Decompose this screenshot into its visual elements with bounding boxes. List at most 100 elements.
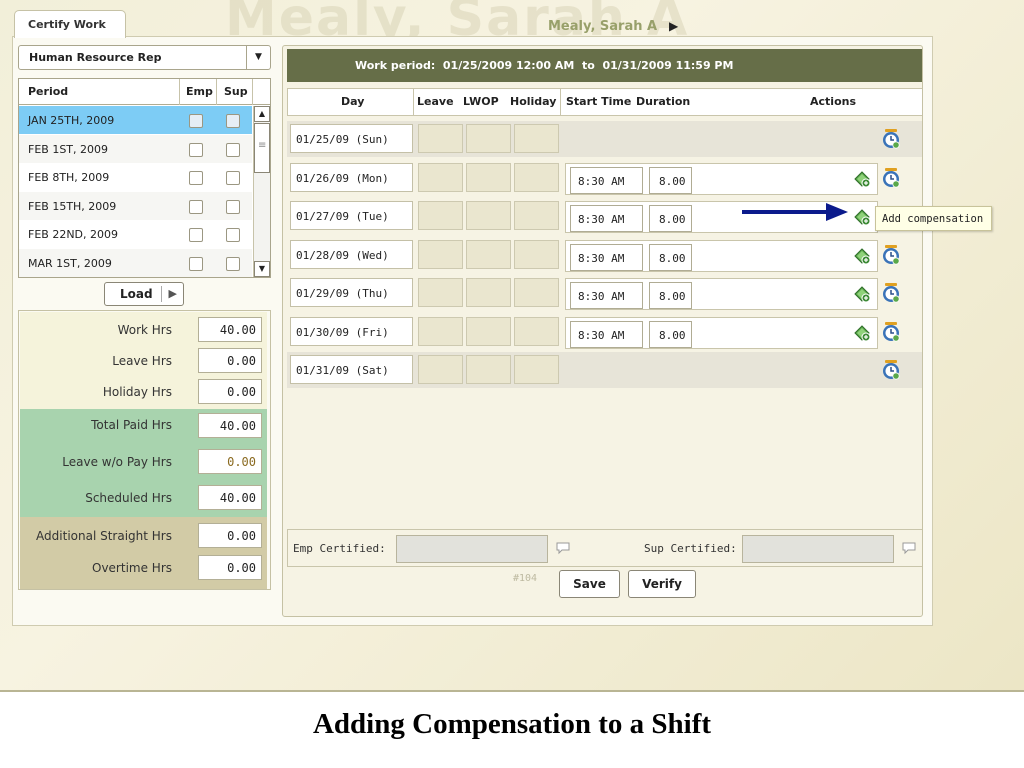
col-leave: Leave (417, 95, 454, 108)
day-row: 01/26/09 (Mon) 8:30 AM 8.00 (287, 160, 922, 196)
sup-comment-icon[interactable] (902, 541, 916, 555)
sup-checkbox[interactable] (226, 142, 240, 157)
add-compensation-icon[interactable] (853, 324, 871, 342)
day-cell: 01/29/09 (Thu) (290, 278, 413, 307)
verify-button[interactable]: Verify (628, 570, 696, 598)
leave-cell[interactable] (418, 124, 463, 153)
lwop-cell[interactable] (466, 355, 511, 384)
period-row[interactable]: FEB 22ND, 2009 (19, 220, 252, 248)
scheduled-hrs-field: 40.00 (198, 485, 262, 510)
totals-group-paid: Total Paid Hrs 40.00 Leave w/o Pay Hrs 0… (20, 409, 267, 517)
sup-certified-label: Sup Certified: (644, 542, 737, 555)
clock-icon[interactable] (882, 167, 900, 188)
period-row[interactable]: MAR 1ST, 2009 (19, 248, 252, 277)
leave-cell[interactable] (418, 316, 463, 346)
lwop-cell[interactable] (466, 162, 511, 192)
start-time-field[interactable]: 8:30 AM (570, 166, 643, 194)
chevron-down-icon[interactable]: ▼ (246, 46, 270, 69)
start-time-field[interactable]: 8:30 AM (570, 282, 643, 309)
lwop-cell[interactable] (466, 124, 511, 153)
role-select-value: Human Resource Rep (29, 51, 162, 64)
sup-certified-field (742, 535, 894, 563)
lwop-cell[interactable] (466, 278, 511, 307)
period-grid: Period Emp Sup JAN 25TH, 2009 FEB 1ST, 20… (18, 78, 271, 278)
col-day: Day (341, 95, 365, 108)
emp-checkbox[interactable] (189, 171, 203, 185)
save-button[interactable]: Save (559, 570, 620, 598)
emp-checkbox[interactable] (189, 142, 203, 157)
user-name[interactable]: Mealy, Sarah A (548, 19, 657, 34)
col-actions: Actions (810, 95, 856, 108)
period-row[interactable]: JAN 25TH, 2009 (19, 106, 252, 134)
emp-checkbox[interactable] (189, 256, 203, 271)
start-time-field[interactable]: 8:30 AM (570, 205, 643, 232)
user-menu-arrow-icon[interactable]: ▶ (669, 19, 678, 33)
clock-icon[interactable] (882, 129, 900, 149)
leave-cell[interactable] (418, 355, 463, 384)
add-compensation-icon[interactable] (853, 285, 871, 303)
holiday-cell[interactable] (514, 124, 559, 153)
leave-cell[interactable] (418, 278, 463, 307)
period-scrollbar[interactable]: ▲ ▼ (253, 106, 270, 277)
emp-checkbox[interactable] (189, 199, 203, 214)
lwop-cell[interactable] (466, 201, 511, 230)
work-period-start: 01/25/2009 12:00 AM (442, 59, 575, 72)
emp-checkbox[interactable] (189, 228, 203, 242)
duration-field[interactable]: 8.00 (649, 205, 692, 232)
clock-icon[interactable] (882, 321, 900, 342)
col-holiday: Holiday (510, 95, 557, 108)
day-row: 01/28/09 (Wed) 8:30 AM 8.00 (287, 237, 922, 273)
duration-field[interactable]: 8.00 (649, 243, 692, 271)
sup-checkbox[interactable] (226, 228, 240, 242)
lwop-cell[interactable] (466, 316, 511, 346)
day-cell: 01/26/09 (Mon) (290, 162, 413, 192)
sup-checkbox[interactable] (226, 256, 240, 271)
start-time-field[interactable]: 8:30 AM (570, 320, 643, 348)
duration-field[interactable]: 8.00 (649, 320, 692, 348)
add-compensation-icon[interactable] (853, 208, 871, 226)
holiday-cell[interactable] (514, 201, 559, 230)
emp-checkbox[interactable] (189, 114, 203, 128)
work-period-to: to (581, 59, 595, 72)
scroll-thumb[interactable] (254, 123, 270, 173)
leave-cell[interactable] (418, 162, 463, 192)
holiday-cell[interactable] (514, 355, 559, 384)
scroll-down-icon[interactable]: ▼ (254, 261, 270, 277)
day-cell: 01/28/09 (Wed) (290, 239, 413, 269)
leave-cell[interactable] (418, 239, 463, 269)
sup-checkbox[interactable] (226, 114, 240, 128)
holiday-hrs-label: Holiday Hrs (102, 385, 172, 399)
add-compensation-icon[interactable] (853, 170, 871, 188)
scroll-up-icon[interactable]: ▲ (254, 106, 270, 122)
duration-field[interactable]: 8.00 (649, 166, 692, 194)
work-period-label: Work period: (355, 59, 436, 72)
holiday-cell[interactable] (514, 239, 559, 269)
clock-icon[interactable] (882, 360, 900, 380)
holiday-cell[interactable] (514, 316, 559, 346)
holiday-cell[interactable] (514, 278, 559, 307)
duration-field[interactable]: 8.00 (649, 282, 692, 309)
day-cell: 01/31/09 (Sat) (290, 355, 413, 384)
period-row[interactable]: FEB 8TH, 2009 (19, 163, 252, 191)
sup-header: Sup (224, 85, 248, 98)
period-label: FEB 15TH, 2009 (28, 199, 117, 213)
tab-certify-work[interactable]: Certify Work (14, 10, 126, 38)
clock-icon[interactable] (882, 283, 900, 303)
add-compensation-icon[interactable] (853, 247, 871, 265)
start-time-field[interactable]: 8:30 AM (570, 243, 643, 271)
load-button[interactable]: Load ▶ (104, 282, 184, 306)
col-duration: Duration (636, 95, 691, 108)
holiday-cell[interactable] (514, 162, 559, 192)
day-cell: 01/25/09 (Sun) (290, 124, 413, 153)
col-start-time: Start Time (566, 95, 632, 108)
leave-cell[interactable] (418, 201, 463, 230)
clock-icon[interactable] (882, 244, 900, 265)
emp-comment-icon[interactable] (556, 541, 570, 555)
period-row[interactable]: FEB 15TH, 2009 (19, 191, 252, 220)
sup-checkbox[interactable] (226, 199, 240, 214)
sup-checkbox[interactable] (226, 171, 240, 185)
role-select[interactable]: Human Resource Rep ▼ (18, 45, 271, 70)
period-row[interactable]: FEB 1ST, 2009 (19, 134, 252, 163)
load-button-label: Load (120, 287, 153, 301)
lwop-cell[interactable] (466, 239, 511, 269)
